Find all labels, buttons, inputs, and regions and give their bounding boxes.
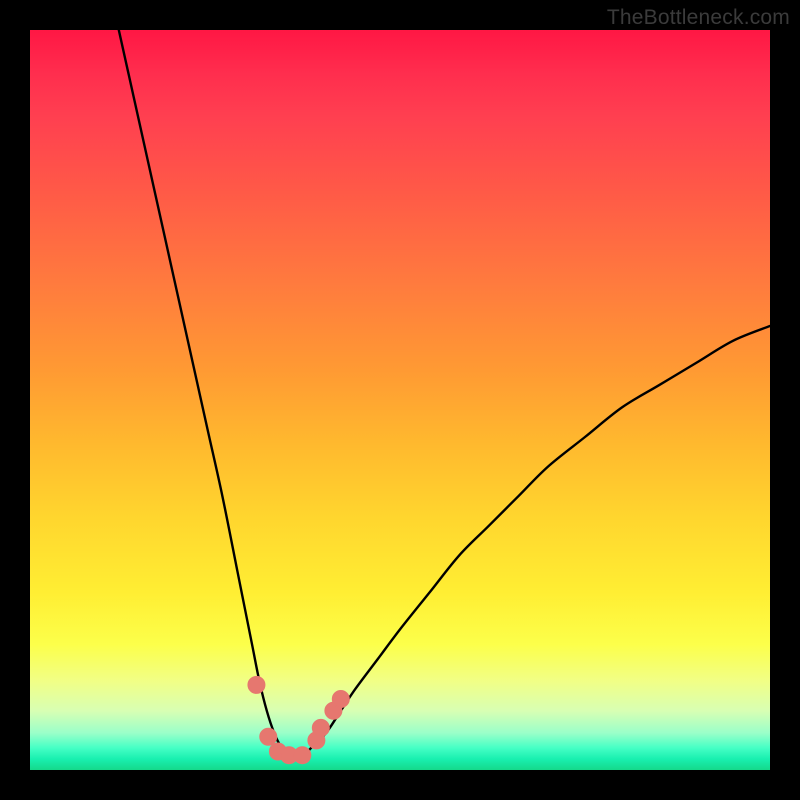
bottleneck-curve [119,30,770,756]
curve-marker [294,747,311,764]
curve-marker [248,676,265,693]
watermark-text: TheBottleneck.com [607,6,790,30]
curve-marker [260,728,277,745]
chart-svg [30,30,770,770]
curve-marker [312,719,329,736]
curve-marker [332,690,349,707]
chart-plot-area [30,30,770,770]
